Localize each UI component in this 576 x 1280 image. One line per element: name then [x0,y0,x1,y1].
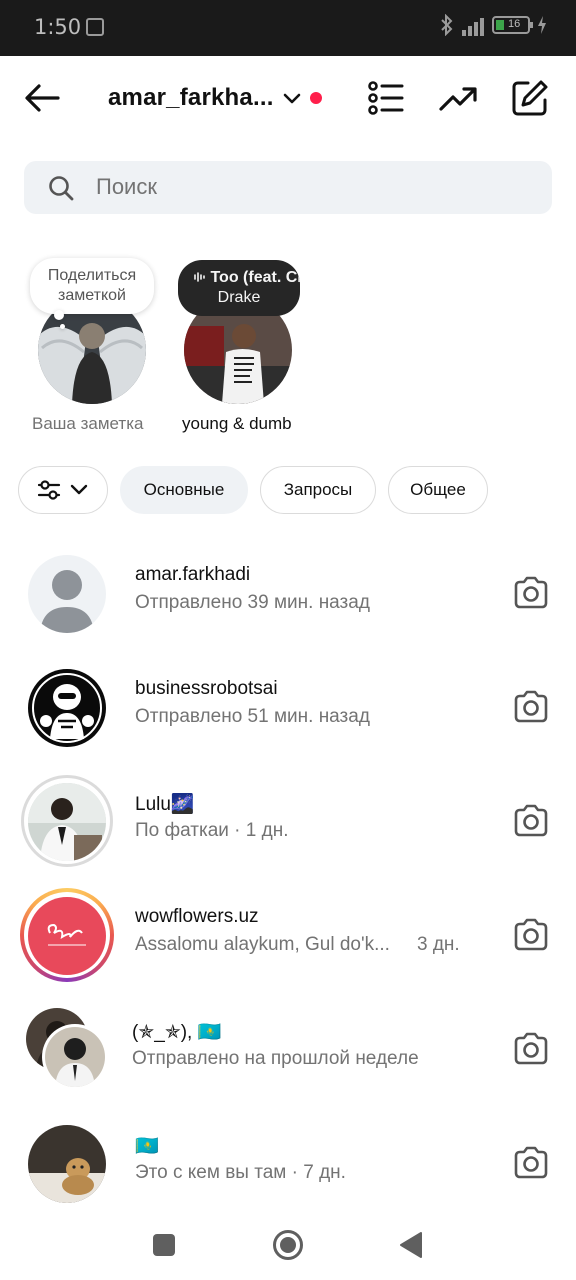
conversation-subtitle: Отправлено 39 мин. назад [135,592,370,613]
home-circle-icon[interactable] [272,1229,304,1261]
signal-icon [462,14,484,36]
conversation-name: wowflowers.uz [135,906,259,927]
charging-icon [538,16,546,34]
filter-primary[interactable]: Основные [120,466,248,514]
conversation-row[interactable]: 🇰🇿 Это с кем вы там · 7 дн. [0,1106,576,1220]
group-avatar-front [45,1027,105,1087]
conversation-row[interactable]: Lulu🌌 По фаткаи · 1 дн. [0,764,576,878]
filter-general[interactable]: Общее [388,466,488,514]
camera-icon[interactable] [512,802,550,840]
back-arrow-icon[interactable] [22,78,64,118]
search-input[interactable] [96,167,536,207]
filter-requests[interactable]: Запросы [260,466,376,514]
back-triangle-icon[interactable] [398,1231,424,1259]
conversation-row[interactable]: businessrobotsai Отправлено 51 мин. наза… [0,650,576,764]
filter-settings-button[interactable] [18,466,108,514]
status-icons: 16 [440,14,546,36]
avatar [28,897,106,975]
conversation-name: amar.farkhadi [135,564,251,585]
conversation-name: 🇰🇿 [135,1136,159,1157]
conversation-time: 3 дн. [417,934,460,955]
conversation-subtitle: Это с кем вы там · 7 дн. [135,1162,346,1183]
music-artist: Drake [217,289,261,306]
compose-icon[interactable] [510,78,550,118]
status-time: 1:50 [34,15,82,39]
conversation-subtitle: Assalomu alaykum, Gul do'k... [135,934,390,955]
unread-dot [310,92,322,104]
note-bubble: Поделиться заметкой [30,258,154,314]
list-icon[interactable] [366,78,406,118]
avatar [28,1125,106,1203]
conversation-row[interactable]: (✯_✯), 🇰🇿 Отправлено на прошлой неделе [0,992,576,1106]
battery-icon: 16 [492,16,533,34]
chevron-down-icon [70,484,88,495]
note-label: young & dumb [182,414,292,433]
conversation-row[interactable]: amar.farkhadi Отправлено 39 мин. назад [0,536,576,650]
avatar [28,669,106,747]
app-notification-icon [86,18,104,36]
search-bar[interactable] [24,161,552,214]
sliders-icon [37,480,61,500]
recents-square-icon[interactable] [152,1233,176,1257]
note-bubble-text: Поделиться заметкой [47,267,137,304]
avatar [28,783,106,861]
account-username[interactable]: amar_farkha... [108,84,274,112]
camera-icon[interactable] [512,1030,550,1068]
avatar [28,555,106,633]
status-bar: 1:50 16 [0,0,576,56]
search-icon [49,176,74,201]
music-note-bubble: Too (feat. Cl Drake [178,260,300,316]
chevron-down-icon[interactable] [282,89,302,109]
audio-wave-icon [194,272,205,282]
camera-icon[interactable] [512,916,550,954]
conversation-name: Lulu🌌 [135,794,195,815]
bluetooth-icon [441,14,453,36]
conversation-row[interactable]: wowflowers.uz Assalomu alaykum, Gul do'k… [0,878,576,992]
trending-icon[interactable] [438,78,478,118]
conversation-subtitle: Отправлено на прошлой неделе [132,1048,419,1069]
camera-icon[interactable] [512,688,550,726]
music-title: Too (feat. Cl [210,269,300,286]
conversation-subtitle: Отправлено 51 мин. назад [135,706,370,727]
conversation-name: (✯_✯), 🇰🇿 [132,1022,222,1043]
inbox-header: amar_farkha... [0,56,576,142]
conversation-name: businessrobotsai [135,678,278,699]
camera-icon[interactable] [512,1144,550,1182]
conversation-subtitle: По фаткаи · 1 дн. [135,820,289,841]
system-nav-bar [0,1214,576,1280]
camera-icon[interactable] [512,574,550,612]
note-label: Ваша заметка [32,414,144,433]
